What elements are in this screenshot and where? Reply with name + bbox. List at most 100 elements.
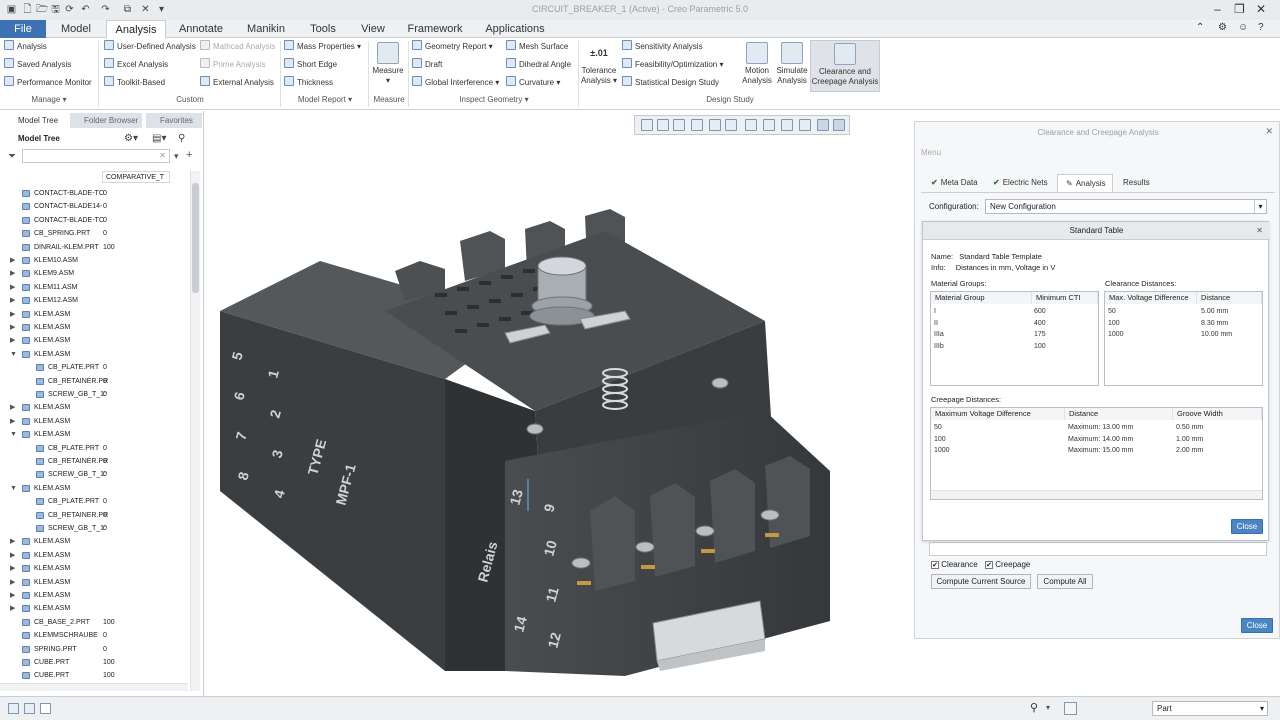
tab-analysis-dialog[interactable]: ✎ Analysis — [1057, 174, 1113, 192]
tab-analysis[interactable]: Analysis — [106, 20, 166, 38]
tab-view[interactable]: View — [350, 20, 396, 38]
tree-row[interactable]: ▶ KLEM.ASM — [0, 334, 190, 347]
zoom-out-icon[interactable] — [673, 119, 685, 131]
expand-icon[interactable]: ▼ — [10, 348, 18, 361]
compute-current-source-button[interactable]: Compute Current Source — [931, 574, 1031, 589]
tab-framework[interactable]: Framework — [400, 20, 470, 38]
minimize-icon[interactable]: – — [1214, 2, 1221, 16]
saved-views-icon[interactable] — [725, 119, 737, 131]
annotation-display-icon[interactable] — [799, 119, 811, 131]
tree-row[interactable]: ▶ KLEM.ASM — [0, 562, 190, 575]
relay-base-model[interactable]: 5 6 7 8 1 2 3 4 TYPE MPF-1 13 9 10 11 12… — [205, 111, 913, 696]
group-inspect-geometry[interactable]: Inspect Geometry ▾ — [410, 95, 578, 107]
external-analysis-button[interactable]: External Analysis — [200, 76, 274, 90]
help-icon[interactable]: ? — [1258, 22, 1264, 33]
tree-columns-icon[interactable]: ▤▾ — [152, 133, 166, 144]
feasibility-optimization-button[interactable]: Feasibility/Optimization ▾ — [622, 58, 724, 72]
graphics-viewport[interactable]: 5 6 7 8 1 2 3 4 TYPE MPF-1 13 9 10 11 12… — [205, 111, 913, 696]
expand-icon[interactable]: ▶ — [10, 415, 18, 428]
tree-row[interactable]: CUBE.PRT 100 — [0, 656, 190, 669]
expand-icon[interactable]: ▼ — [10, 482, 18, 495]
simulate-analysis-button[interactable]: Simulate Analysis — [775, 42, 809, 86]
dialog-menu[interactable]: Menu — [921, 148, 941, 157]
find-icon[interactable]: ⚲ — [1030, 701, 1038, 714]
datum-display-icon[interactable] — [781, 119, 793, 131]
repaint-icon[interactable] — [691, 119, 703, 131]
curvature-button[interactable]: Curvature ▾ — [506, 76, 560, 90]
tree-row[interactable]: CB_SPRING.PRT 0 — [0, 227, 190, 240]
expand-icon[interactable]: ▶ — [10, 267, 18, 280]
dihedral-angle-button[interactable]: Dihedral Angle — [506, 58, 571, 72]
tree-row[interactable]: ▶ KLEM.ASM — [0, 602, 190, 615]
dialog-close-icon[interactable]: ✕ — [1265, 126, 1273, 137]
tree-row[interactable]: CB_BASE_2.PRT 100 — [0, 616, 190, 629]
tree-row[interactable]: SPRING.PRT 0 — [0, 643, 190, 656]
col-max-voltage[interactable]: Max. Voltage Difference — [1105, 292, 1197, 304]
tree-row[interactable]: ▶ KLEM12.ASM — [0, 294, 190, 307]
tree-settings-icon[interactable]: ⚙▾ — [124, 133, 138, 144]
expand-icon[interactable]: ▶ — [10, 281, 18, 294]
tree-row[interactable]: SCREW_GB_T_1: 0 — [0, 388, 190, 401]
col-creepage-distance[interactable]: Distance — [1065, 408, 1173, 420]
selection-buffer-icon[interactable] — [1064, 702, 1077, 715]
close-app-icon[interactable]: ✕ — [1256, 2, 1266, 16]
tree-row[interactable]: ▶ KLEM.ASM — [0, 576, 190, 589]
expand-icon[interactable]: ▶ — [10, 294, 18, 307]
tolerance-analysis-button[interactable]: ±.01 Tolerance Analysis ▾ — [580, 42, 618, 86]
find-options-icon[interactable]: ▾ — [1046, 703, 1050, 712]
search-options-icon[interactable]: ▾ — [174, 151, 179, 162]
refit-icon[interactable] — [641, 119, 653, 131]
tree-row[interactable]: ▶ KLEM9.ASM — [0, 267, 190, 280]
mesh-surface-button[interactable]: Mesh Surface — [506, 40, 568, 54]
col-material-group[interactable]: Material Group — [931, 292, 1032, 304]
selection-filter-select[interactable]: Part ▾ — [1152, 701, 1268, 716]
tab-applications[interactable]: Applications — [476, 20, 554, 38]
group-manage[interactable]: Manage ▾ — [0, 95, 98, 107]
expand-icon[interactable]: ▼ — [10, 428, 18, 441]
expand-icon[interactable]: ▶ — [10, 401, 18, 414]
measure-button[interactable]: Measure ▾ — [370, 42, 406, 86]
tree-column-header[interactable]: COMPARATIVE_T — [102, 171, 170, 183]
tree-row[interactable]: ▶ KLEM.ASM — [0, 549, 190, 562]
restore-icon[interactable]: ❐ — [1234, 2, 1245, 16]
tree-row[interactable]: ▼ KLEM.ASM — [0, 482, 190, 495]
tab-model[interactable]: Model — [50, 20, 102, 38]
tree-row[interactable]: CONTACT-BLADE14- 0 — [0, 200, 190, 213]
creepage-checkbox[interactable]: ✔ Creepage — [985, 560, 1030, 569]
show-browser-icon[interactable] — [24, 703, 35, 714]
excel-analysis-button[interactable]: Excel Analysis — [104, 58, 168, 72]
clearance-creepage-button[interactable]: Clearance and Creepage Analysis — [810, 40, 880, 92]
tree-row[interactable]: ▶ KLEM.ASM — [0, 589, 190, 602]
col-minimum-cti[interactable]: Minimum CTI — [1032, 292, 1098, 304]
col-distance[interactable]: Distance — [1197, 292, 1262, 304]
creepage-h-scrollbar[interactable] — [931, 490, 1262, 499]
tab-folder-browser[interactable]: Folder Browser — [70, 113, 142, 128]
csys-display-icon[interactable] — [833, 119, 845, 131]
perspective-icon[interactable] — [763, 119, 775, 131]
standard-table-close-icon[interactable]: ✕ — [1256, 226, 1263, 235]
toolkit-based-button[interactable]: Toolkit-Based — [104, 76, 165, 90]
clear-search-icon[interactable]: ✕ — [159, 151, 166, 160]
spin-center-icon[interactable] — [817, 119, 829, 131]
thickness-button[interactable]: Thickness — [284, 76, 333, 90]
tree-row[interactable]: ▶ KLEM.ASM — [0, 535, 190, 548]
configuration-select[interactable]: New Configuration ▾ — [985, 199, 1267, 214]
tree-row[interactable]: CONTACT-BLADE-TC 0 — [0, 214, 190, 227]
expand-icon[interactable]: ▶ — [10, 254, 18, 267]
tree-row[interactable]: ▶ KLEM10.ASM — [0, 254, 190, 267]
expand-icon[interactable]: ▶ — [10, 321, 18, 334]
view-manager-icon[interactable] — [745, 119, 757, 131]
tab-model-tree[interactable]: Model Tree — [4, 113, 66, 128]
settings-icon[interactable]: ⚙ — [1218, 22, 1227, 33]
tab-annotate[interactable]: Annotate — [170, 20, 232, 38]
tree-search-input[interactable]: ✕ — [22, 149, 170, 163]
global-interference-button[interactable]: Global Interference ▾ — [412, 76, 499, 90]
short-edge-button[interactable]: Short Edge — [284, 58, 337, 72]
collapse-ribbon-icon[interactable]: ⌃ — [1196, 22, 1204, 33]
tree-row[interactable]: SCREW_GB_T_1: 0 — [0, 522, 190, 535]
standard-table-close-button[interactable]: Close — [1231, 519, 1263, 534]
sensitivity-analysis-button[interactable]: Sensitivity Analysis — [622, 40, 703, 54]
expand-icon[interactable]: ▶ — [10, 562, 18, 575]
creepage-distances-table[interactable]: Maximum Voltage Difference Distance Groo… — [930, 407, 1263, 500]
tree-row[interactable]: CB_RETAINER.PR 0 — [0, 509, 190, 522]
